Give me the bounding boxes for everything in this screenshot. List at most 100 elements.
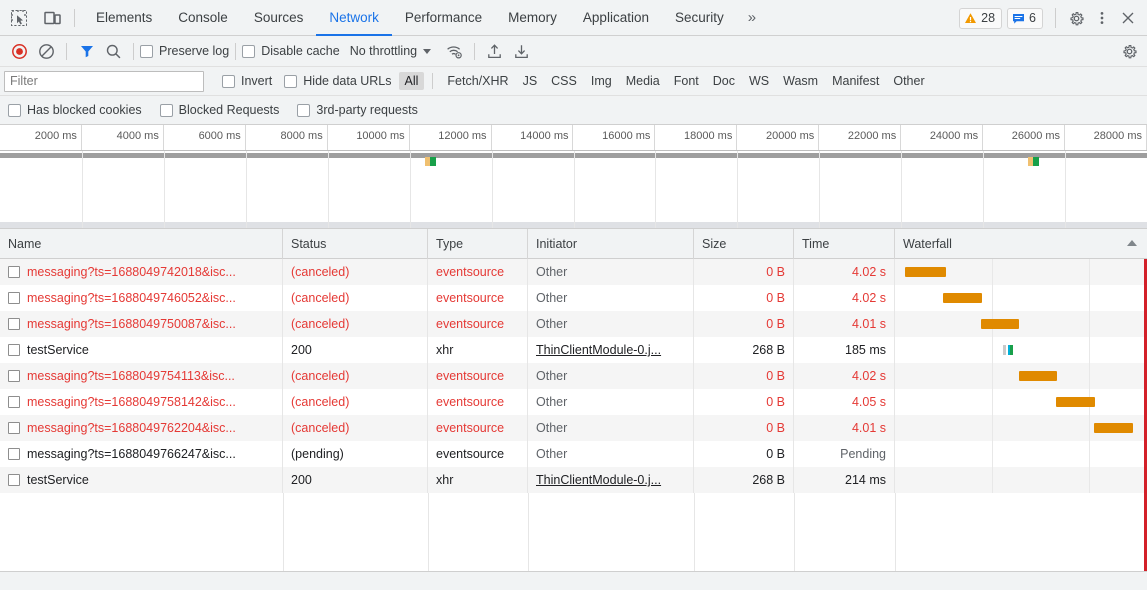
cell-name[interactable]: messaging?ts=1688049762204&isc... bbox=[0, 415, 283, 441]
filter-type-wasm[interactable]: Wasm bbox=[777, 72, 824, 90]
filter-type-ws[interactable]: WS bbox=[743, 72, 775, 90]
filter-type-doc[interactable]: Doc bbox=[707, 72, 741, 90]
column-header-status[interactable]: Status bbox=[283, 228, 428, 259]
message-badge[interactable]: 6 bbox=[1007, 7, 1043, 29]
clear-button[interactable] bbox=[33, 38, 60, 65]
waterfall-bar bbox=[1019, 371, 1057, 381]
cell-initiator[interactable]: ThinClientModule-0.j... bbox=[528, 467, 694, 493]
invert-checkbox[interactable]: Invert bbox=[222, 74, 272, 88]
filter-type-media[interactable]: Media bbox=[620, 72, 666, 90]
preserve-log-checkbox[interactable]: Preserve log bbox=[140, 44, 229, 58]
tab-performance[interactable]: Performance bbox=[392, 0, 495, 36]
record-button[interactable] bbox=[6, 38, 33, 65]
table-row[interactable]: messaging?ts=1688049750087&isc... (cancel… bbox=[0, 311, 1147, 337]
timeline-tick: 10000 ms bbox=[328, 125, 410, 150]
cell-name[interactable]: messaging?ts=1688049766247&isc... bbox=[0, 441, 283, 467]
cell-name[interactable]: messaging?ts=1688049750087&isc... bbox=[0, 311, 283, 337]
filter-type-js[interactable]: JS bbox=[517, 72, 544, 90]
table-header-row: Name Status Type Initiator Size Time Waterfall bbox=[0, 228, 1147, 259]
filter-type-fetch-xhr[interactable]: Fetch/XHR bbox=[441, 72, 514, 90]
filter-type-font[interactable]: Font bbox=[668, 72, 705, 90]
network-settings-gear-icon[interactable] bbox=[1116, 38, 1143, 65]
cell-name[interactable]: testService bbox=[0, 467, 283, 493]
warning-badge[interactable]: 28 bbox=[959, 7, 1003, 29]
table-row[interactable]: messaging?ts=1688049742018&isc... (cancel… bbox=[0, 259, 1147, 285]
cell-name[interactable]: messaging?ts=1688049754113&isc... bbox=[0, 363, 283, 389]
overview-request-marker bbox=[1028, 157, 1039, 166]
disable-cache-checkbox[interactable]: Disable cache bbox=[242, 44, 340, 58]
overview-gridline bbox=[245, 151, 247, 228]
timeline-tick: 16000 ms bbox=[574, 125, 656, 150]
filter-type-img[interactable]: Img bbox=[585, 72, 618, 90]
blocked-requests-checkbox[interactable]: Blocked Requests bbox=[159, 103, 279, 117]
column-header-name[interactable]: Name bbox=[0, 228, 283, 259]
request-name: messaging?ts=1688049762204&isc... bbox=[27, 421, 236, 435]
cell-type: eventsource bbox=[428, 311, 528, 337]
timeline-tick: 14000 ms bbox=[492, 125, 574, 150]
request-name: messaging?ts=1688049750087&isc... bbox=[27, 317, 236, 331]
table-row[interactable]: messaging?ts=1688049746052&isc... (cancel… bbox=[0, 285, 1147, 311]
timeline-tick: 28000 ms bbox=[1065, 125, 1147, 150]
gear-icon[interactable] bbox=[1063, 5, 1089, 31]
cell-initiator: Other bbox=[528, 259, 694, 285]
marker-download bbox=[430, 157, 436, 166]
third-party-requests-checkbox[interactable]: 3rd-party requests bbox=[297, 103, 418, 117]
table-row[interactable]: testService 200 xhr ThinClientModule-0.j...… bbox=[0, 337, 1147, 363]
device-toolbar-icon[interactable] bbox=[38, 4, 66, 32]
filter-type-manifest[interactable]: Manifest bbox=[826, 72, 885, 90]
table-row[interactable]: messaging?ts=1688049762204&isc... (cancel… bbox=[0, 415, 1147, 441]
inspect-element-icon[interactable] bbox=[5, 4, 33, 32]
tab-elements[interactable]: Elements bbox=[83, 0, 165, 36]
cell-name[interactable]: messaging?ts=1688049742018&isc... bbox=[0, 259, 283, 285]
more-tabs-button[interactable]: » bbox=[737, 0, 767, 36]
network-conditions-icon[interactable] bbox=[441, 38, 468, 65]
tab-network[interactable]: Network bbox=[316, 0, 392, 36]
cell-initiator[interactable]: ThinClientModule-0.j... bbox=[528, 337, 694, 363]
hide-data-urls-checkbox[interactable]: Hide data URLs bbox=[284, 74, 392, 88]
cell-size: 268 B bbox=[694, 337, 794, 363]
cell-name[interactable]: testService bbox=[0, 337, 283, 363]
timeline-tick-label: 6000 ms bbox=[198, 130, 241, 142]
cell-initiator-text: Other bbox=[536, 447, 568, 461]
cell-name[interactable]: messaging?ts=1688049746052&isc... bbox=[0, 285, 283, 311]
close-icon[interactable] bbox=[1115, 5, 1141, 31]
tab-sources[interactable]: Sources bbox=[241, 0, 317, 36]
column-divider bbox=[428, 493, 429, 571]
tab-console[interactable]: Console bbox=[165, 0, 241, 36]
column-header-waterfall[interactable]: Waterfall bbox=[895, 229, 1147, 259]
table-row[interactable]: testService 200 xhr ThinClientModule-0.j...… bbox=[0, 467, 1147, 493]
column-header-initiator[interactable]: Initiator bbox=[528, 228, 694, 259]
cell-initiator: Other bbox=[528, 285, 694, 311]
import-har-icon[interactable] bbox=[481, 38, 508, 65]
request-type-icon bbox=[8, 266, 20, 278]
filter-type-all[interactable]: All bbox=[398, 72, 425, 90]
throttling-select[interactable]: No throttling bbox=[350, 44, 432, 58]
column-header-type[interactable]: Type bbox=[428, 228, 528, 259]
timeline-tick-label: 14000 ms bbox=[520, 130, 569, 142]
tab-application[interactable]: Application bbox=[570, 0, 662, 36]
column-header-size[interactable]: Size bbox=[694, 228, 794, 259]
filter-type-other[interactable]: Other bbox=[887, 72, 930, 90]
export-har-icon[interactable] bbox=[508, 38, 535, 65]
tab-security[interactable]: Security bbox=[662, 0, 737, 36]
cell-status-text: (canceled) bbox=[291, 395, 350, 409]
column-header-time[interactable]: Time bbox=[794, 228, 895, 259]
table-row[interactable]: messaging?ts=1688049758142&isc... (cancel… bbox=[0, 389, 1147, 415]
filter-input[interactable] bbox=[4, 70, 204, 92]
filter-type-css[interactable]: CSS bbox=[545, 72, 583, 90]
tab-memory[interactable]: Memory bbox=[495, 0, 570, 36]
overview-graph[interactable] bbox=[0, 151, 1147, 228]
table-row[interactable]: messaging?ts=1688049754113&isc... (cancel… bbox=[0, 363, 1147, 389]
search-icon[interactable] bbox=[100, 38, 127, 65]
filter-icon[interactable] bbox=[73, 38, 100, 65]
has-blocked-cookies-checkbox[interactable]: Has blocked cookies bbox=[8, 103, 142, 117]
network-overview[interactable]: 2000 ms 4000 ms 6000 ms 8000 ms 10000 ms 1200… bbox=[0, 125, 1147, 229]
cell-name[interactable]: messaging?ts=1688049758142&isc... bbox=[0, 389, 283, 415]
filter-type-label: Manifest bbox=[832, 74, 880, 88]
kebab-menu-icon[interactable] bbox=[1089, 5, 1115, 31]
filter-type-label: Fetch/XHR bbox=[447, 74, 509, 88]
timeline-tick-label: 2000 ms bbox=[34, 130, 77, 142]
overview-gridline bbox=[491, 151, 493, 228]
table-row[interactable]: messaging?ts=1688049766247&isc... (pendin… bbox=[0, 441, 1147, 467]
overview-gridline bbox=[901, 151, 903, 228]
